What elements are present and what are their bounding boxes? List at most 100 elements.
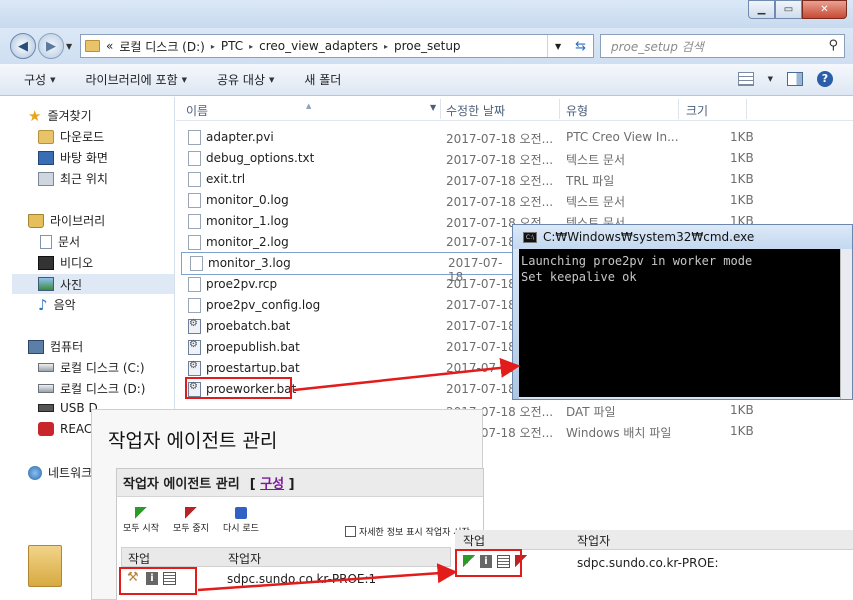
sidebar-item-label: 즐겨찾기 bbox=[47, 109, 92, 123]
crumb-drive-d[interactable]: 로컬 디스크 (D:) bbox=[119, 38, 204, 55]
file-size: 1KB bbox=[730, 172, 754, 186]
column-header-size[interactable]: 크기 bbox=[686, 102, 708, 119]
view-mode-icon[interactable] bbox=[737, 72, 754, 86]
file-size: 1KB bbox=[730, 193, 754, 207]
column-header-date[interactable]: 수정한 날짜 bbox=[446, 102, 505, 119]
file-name: debug_options.txt bbox=[206, 151, 315, 165]
cmd-scrollbar[interactable] bbox=[840, 249, 852, 399]
batch-file-icon bbox=[188, 360, 201, 376]
sidebar-item-label: 사진 bbox=[60, 277, 83, 292]
share-button[interactable]: 공유 대상 ▼ bbox=[217, 71, 274, 88]
search-input[interactable]: proe_setup 검색 ⚲ bbox=[600, 34, 845, 58]
address-prefix: « bbox=[106, 39, 114, 53]
sidebar-item-downloads[interactable]: 다운로드 bbox=[38, 128, 104, 145]
maximize-button[interactable]: ▭ bbox=[775, 0, 802, 19]
close-button[interactable]: ✕ bbox=[802, 0, 847, 19]
file-date: 2017-07-18 bbox=[446, 319, 516, 333]
sidebar-item-pictures[interactable]: 사진 bbox=[12, 274, 174, 294]
sidebar-item-label: 라이브러리 bbox=[50, 214, 106, 228]
sidebar-item-libraries[interactable]: 라이브러리 bbox=[28, 212, 105, 229]
command-toolbar: 구성 ▼ 라이브러리에 포함 ▼ 공유 대상 ▼ 새 폴더 ▼ ? bbox=[0, 64, 853, 96]
search-icon[interactable]: ⚲ bbox=[828, 38, 838, 53]
config-link-wrapper: [ 구성 ] bbox=[250, 473, 295, 492]
text-file-icon bbox=[188, 193, 201, 208]
forward-arrow-icon: ▶ bbox=[46, 38, 56, 54]
computer-icon bbox=[28, 339, 44, 354]
stop-all-label: 모두 중지 bbox=[172, 524, 209, 534]
sidebar-item-music[interactable]: ♪ 음악 bbox=[38, 296, 76, 313]
stop-all-button[interactable]: 모두 중지 bbox=[173, 507, 209, 534]
file-list-header: 이름 ▲ ▼ 수정한 날짜 유형 크기 bbox=[176, 97, 853, 121]
column-divider[interactable] bbox=[678, 99, 679, 119]
sidebar-item-recent[interactable]: 최근 위치 bbox=[38, 170, 108, 187]
crumb-separator[interactable]: ▸ bbox=[384, 42, 388, 51]
crumb-proe-setup[interactable]: proe_setup bbox=[394, 39, 461, 53]
file-row-hovered[interactable]: monitor_3.log 2017-07-18 bbox=[181, 252, 513, 284]
column-divider[interactable] bbox=[440, 99, 441, 119]
file-name: proepublish.bat bbox=[206, 340, 300, 354]
sidebar-item-network[interactable]: 네트워크 bbox=[28, 464, 92, 481]
start-all-button[interactable]: 모두 시작 bbox=[123, 507, 159, 534]
sidebar-item-desktop[interactable]: 바탕 화면 bbox=[38, 149, 108, 166]
cmd-window[interactable]: C:\ C:₩Windows₩system32₩cmd.exe Launchin… bbox=[512, 224, 853, 400]
sidebar-item-drive-c[interactable]: 로컬 디스크 (C:) bbox=[38, 359, 145, 376]
file-row[interactable]: monitor_0.log 2017-07-18 오전... 텍스트 문서 1KB bbox=[180, 190, 780, 211]
column-divider[interactable] bbox=[559, 99, 560, 119]
text-file-icon bbox=[188, 298, 201, 313]
minimize-button[interactable]: ▁ bbox=[748, 0, 775, 19]
worker-table-header: 작업 작업자 bbox=[121, 547, 451, 567]
file-size: 1KB bbox=[730, 130, 754, 144]
include-library-button[interactable]: 라이브러리에 포함 ▼ bbox=[85, 71, 187, 88]
crumb-ptc[interactable]: PTC bbox=[221, 39, 243, 53]
sidebar-item-computer[interactable]: 컴퓨터 bbox=[28, 338, 83, 355]
config-link[interactable]: 구성 bbox=[260, 477, 284, 492]
crumb-creo-view-adapters[interactable]: creo_view_adapters bbox=[259, 39, 378, 53]
network-icon bbox=[28, 465, 42, 480]
preview-pane-icon[interactable] bbox=[787, 72, 803, 86]
crumb-separator[interactable]: ▸ bbox=[211, 42, 215, 51]
detail-checkbox-row[interactable]: 자세한 정보 표시 작업자 시작 bbox=[345, 525, 470, 538]
sidebar-item-label: 바탕 화면 bbox=[60, 151, 108, 165]
column-header-type[interactable]: 유형 bbox=[566, 102, 588, 119]
new-folder-button[interactable]: 새 폴더 bbox=[304, 71, 341, 88]
column-divider[interactable] bbox=[746, 99, 747, 119]
column-header-task: 작업 bbox=[463, 534, 486, 548]
address-input[interactable]: « 로컬 디스크 (D:) ▸ PTC ▸ creo_view_adapters… bbox=[80, 34, 594, 58]
file-name: monitor_2.log bbox=[206, 235, 289, 249]
cmd-output[interactable]: Launching proe2pv in worker mode Set kee… bbox=[519, 249, 842, 397]
column-header-worker: 작업자 bbox=[577, 534, 611, 548]
address-dropdown-icon[interactable]: ▼ bbox=[555, 42, 561, 51]
detail-checkbox-label: 자세한 정보 표시 작업자 시작 bbox=[359, 528, 470, 538]
file-date: 2017-07-18 오전... bbox=[446, 195, 554, 209]
file-row[interactable]: adapter.pvi 2017-07-18 오전... PTC Creo View… bbox=[180, 127, 780, 148]
file-size: 1KB bbox=[730, 403, 754, 417]
sidebar-item-documents[interactable]: 문서 bbox=[40, 233, 80, 250]
hard-drive-icon bbox=[38, 363, 54, 372]
sidebar-item-favorites[interactable]: ★ 즐겨찾기 bbox=[28, 107, 92, 124]
column-header-name[interactable]: 이름 bbox=[186, 102, 208, 119]
crumb-separator[interactable]: ▸ bbox=[249, 42, 253, 51]
help-icon[interactable]: ? bbox=[817, 71, 833, 87]
cmd-title-bar[interactable]: C:\ C:₩Windows₩system32₩cmd.exe bbox=[513, 225, 852, 249]
sidebar-item-label: 로컬 디스크 (C:) bbox=[60, 361, 145, 375]
chevron-down-icon: ▼ bbox=[50, 75, 56, 84]
chevron-down-icon[interactable]: ▼ bbox=[768, 75, 773, 83]
refresh-icon[interactable]: ⇆ bbox=[575, 39, 586, 54]
forward-button[interactable]: ▶ bbox=[38, 33, 64, 59]
chevron-down-icon[interactable]: ▼ bbox=[430, 103, 436, 112]
reload-button[interactable]: 다시 로드 bbox=[223, 507, 259, 534]
organize-button[interactable]: 구성 ▼ bbox=[24, 71, 55, 88]
file-row[interactable]: exit.trl 2017-07-18 오전... TRL 파일 1KB bbox=[180, 169, 780, 190]
file-name: monitor_1.log bbox=[206, 214, 289, 228]
sidebar-item-drive-d[interactable]: 로컬 디스크 (D:) bbox=[38, 380, 145, 397]
green-flag-icon bbox=[134, 507, 147, 519]
sidebar-item-label: 컴퓨터 bbox=[50, 340, 84, 354]
star-icon: ★ bbox=[28, 106, 42, 125]
detail-checkbox[interactable] bbox=[345, 526, 356, 537]
file-row[interactable]: debug_options.txt 2017-07-18 오전... 텍스트 문서 1… bbox=[180, 148, 780, 169]
history-dropdown-icon[interactable]: ▼ bbox=[66, 42, 72, 51]
sidebar-item-videos[interactable]: 비디오 bbox=[38, 254, 93, 271]
sidebar-item-usb[interactable]: USB D bbox=[38, 401, 98, 415]
back-button[interactable]: ◀ bbox=[10, 33, 36, 59]
sidebar-item-label: 네트워크 bbox=[48, 466, 93, 480]
